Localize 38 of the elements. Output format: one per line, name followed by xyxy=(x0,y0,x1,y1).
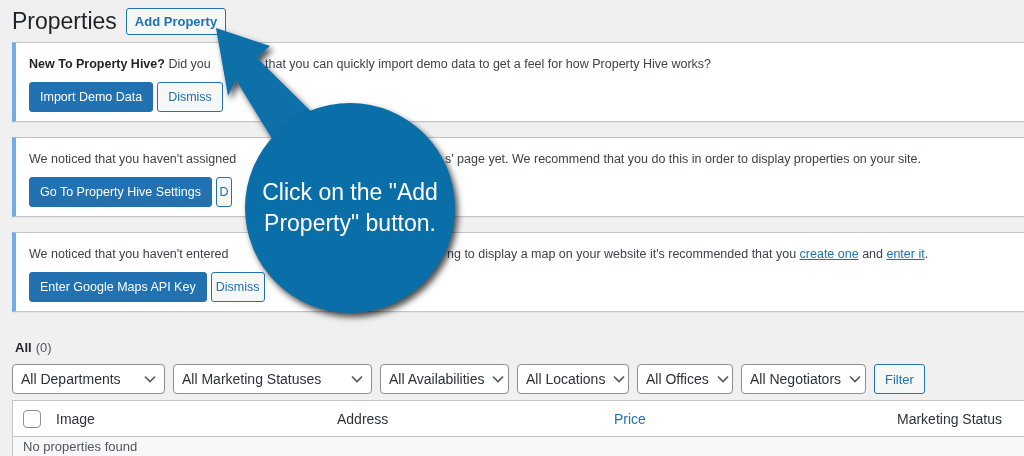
notice-text: New To Property Hive? xyxy=(29,57,165,71)
chevron-down-icon xyxy=(613,375,626,383)
column-header: Marketing Status xyxy=(897,410,1003,427)
action-button[interactable]: Enter Google Maps API Key xyxy=(29,272,207,302)
select-all-checkbox[interactable] xyxy=(23,409,41,428)
dismiss-button[interactable]: Dismiss xyxy=(157,82,223,112)
notice-text: We noticed that you haven't assigned xyxy=(29,152,237,166)
filter-dropdown[interactable]: All Marketing Statuses xyxy=(173,364,372,394)
column-header[interactable]: Price xyxy=(614,410,646,427)
column-header: Address xyxy=(337,410,389,427)
notice-link[interactable]: enter it xyxy=(886,247,925,261)
column-header: Image xyxy=(56,410,95,427)
empty-message: No properties found xyxy=(23,439,138,454)
dismiss-button[interactable]: Dismiss xyxy=(210,272,265,302)
chevron-down-icon xyxy=(716,375,729,383)
notice-text: Did you xyxy=(167,57,211,71)
action-button[interactable]: Go To Property Hive Settings xyxy=(29,177,212,207)
chevron-down-icon xyxy=(351,375,363,383)
chevron-down-icon xyxy=(492,375,505,383)
filter-dropdown[interactable]: All Negotiators xyxy=(741,364,866,394)
notice-text: . xyxy=(924,247,929,261)
notice-text: that you can quickly import demo data to get a feel for how Property Hive works? xyxy=(265,57,712,71)
view-link[interactable]: All xyxy=(15,340,32,358)
filter-dropdown[interactable]: All Offices xyxy=(637,364,733,394)
filter-dropdown[interactable]: All Availabilities xyxy=(380,364,509,394)
action-button[interactable]: Import Demo Data xyxy=(29,82,154,112)
notice-text: and xyxy=(861,247,884,261)
filter-button[interactable]: Filter xyxy=(874,364,925,394)
notice-link[interactable]: create one xyxy=(799,247,859,261)
chevron-down-icon xyxy=(144,375,156,383)
chevron-down-icon xyxy=(849,375,862,383)
add-property-button[interactable]: Add Property xyxy=(125,7,227,35)
page-title: Properties xyxy=(12,7,117,35)
dismiss-button[interactable]: D xyxy=(215,177,232,207)
filter-dropdown[interactable]: All Departments xyxy=(12,364,165,394)
filter-dropdown[interactable]: All Locations xyxy=(517,364,629,394)
view-count: (0) xyxy=(35,340,52,357)
notice-text: We noticed that you haven't entered xyxy=(29,247,229,261)
